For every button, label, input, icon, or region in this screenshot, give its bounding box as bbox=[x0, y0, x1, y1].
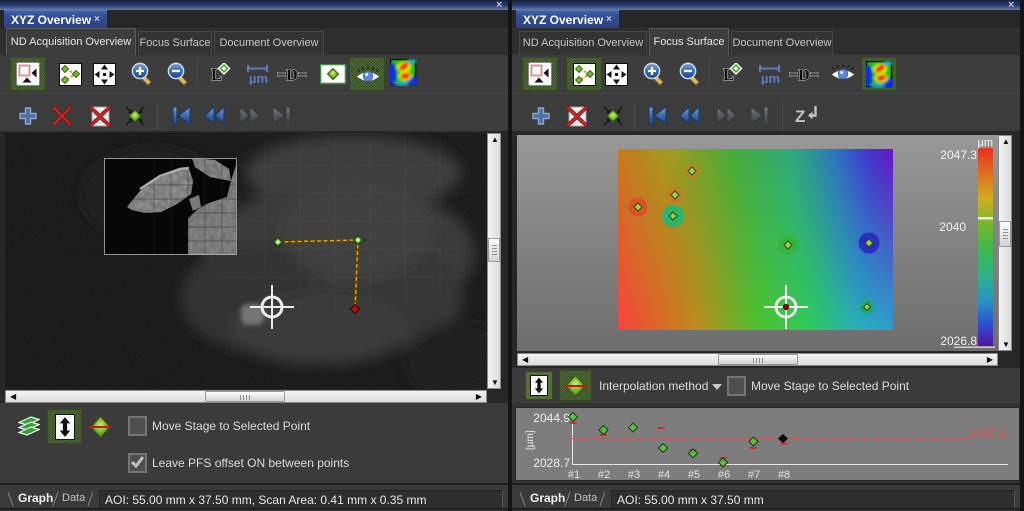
svg-text:#1: #1 bbox=[568, 469, 580, 481]
svg-text:#4: #4 bbox=[658, 469, 670, 481]
svg-text:#2: #2 bbox=[598, 469, 610, 481]
svg-text:2026.8: 2026.8 bbox=[940, 334, 977, 348]
svg-text:#5: #5 bbox=[688, 469, 700, 481]
svg-text:[µm]: [µm] bbox=[525, 430, 536, 450]
svg-text:2037.8: 2037.8 bbox=[970, 426, 1007, 440]
svg-text:#7: #7 bbox=[748, 469, 760, 481]
svg-text:2044.9: 2044.9 bbox=[533, 411, 570, 425]
svg-text:#8: #8 bbox=[778, 469, 790, 481]
svg-text:2047.3: 2047.3 bbox=[940, 148, 977, 162]
svg-text:µm: µm bbox=[977, 137, 993, 149]
svg-text:#6: #6 bbox=[718, 469, 730, 481]
svg-text:2028.7: 2028.7 bbox=[533, 456, 570, 470]
svg-text:#3: #3 bbox=[628, 469, 640, 481]
svg-text:2040: 2040 bbox=[939, 220, 966, 234]
